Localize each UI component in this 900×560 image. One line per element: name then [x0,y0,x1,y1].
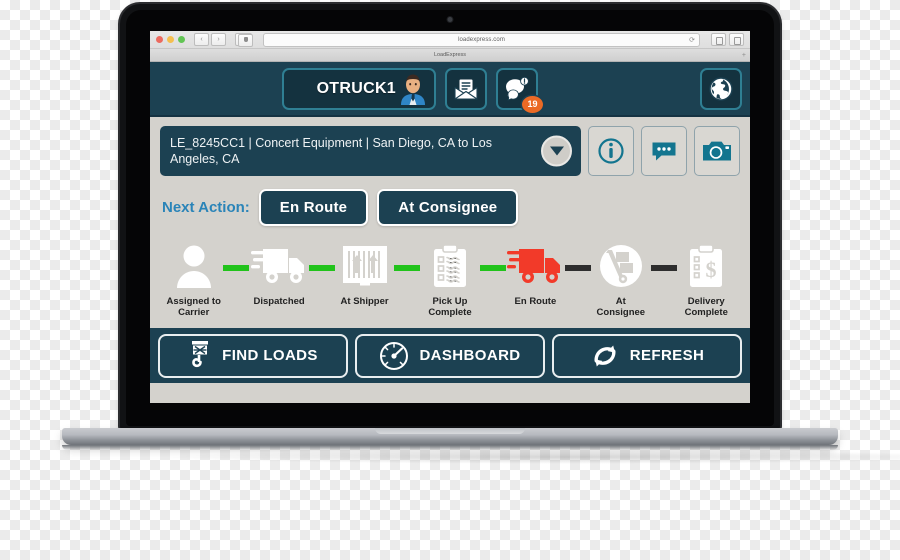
tracker-step-en-route[interactable]: En Route [506,243,565,307]
tracker-step-label: En Route [514,296,557,307]
tracker-connector [394,265,421,271]
tracker-connector [565,265,592,271]
gauge-icon [379,341,409,371]
tracker-step-delivery-complete[interactable]: $ Delivery Complete [677,243,736,318]
browser-screen: ‹ › loadexpress.com ⟳ LoadExpress + OTRU… [150,31,750,403]
browser-toolbar: ‹ › loadexpress.com ⟳ [150,31,750,48]
hook-magnet-icon [188,340,212,372]
tracker-step-label: Dispatched [253,296,305,307]
refresh-button[interactable]: REFRESH [552,333,742,378]
shield-icon[interactable] [238,33,253,47]
notification-badge: 19 [522,95,543,113]
tracker-step-label: At Shipper [340,296,389,307]
load-selector[interactable]: LE_8245CC1 | Concert Equipment | San Die… [160,126,581,176]
messages-button[interactable] [641,126,687,176]
truck-icon [507,243,563,289]
refresh-icon [590,341,620,371]
username-label: OTRUCK1 [316,79,396,97]
warehouse-icon [341,243,389,289]
user-account-button[interactable]: OTRUCK1 [282,67,436,110]
laptop-shadow [160,450,900,464]
chevron-down-icon[interactable] [541,135,572,167]
driver-avatar [398,73,428,105]
shipment-progress-tracker: Assigned to Carrier Dispatched At Shippe… [160,243,740,318]
browser-chrome: ‹ › loadexpress.com ⟳ LoadExpress + [150,31,750,62]
tracker-connector [308,265,335,271]
tracker-connector [223,265,250,271]
handtruck-icon [598,243,644,289]
url-text: loadexpress.com [458,36,505,43]
toolbar-right-buttons[interactable] [711,33,744,46]
envelope-icon [454,78,478,100]
at-consignee-action-button[interactable]: At Consignee [377,189,519,226]
app-header: OTRUCK1 19 [150,62,750,117]
mail-button[interactable] [445,67,487,110]
app-footer: FIND LOADS DASHBOARD REFRESH [150,328,750,384]
webcam-icon [447,17,453,22]
back-button[interactable]: ‹ [194,33,209,46]
tracker-step-label: At Consignee [596,296,646,319]
camera-button[interactable] [694,126,740,176]
share-button[interactable] [711,33,726,46]
tracker-step-at-consignee[interactable]: At Consignee [591,243,650,318]
load-description: LE_8245CC1 | Concert Equipment | San Die… [170,136,492,166]
add-tab-icon[interactable]: + [742,52,746,59]
globe-icon [708,76,734,102]
tracker-step-label: Delivery Complete [684,296,728,319]
notifications-button[interactable]: 19 [496,67,543,113]
tracker-connector [479,265,506,271]
tracker-step-assigned-to-carrier[interactable]: Assigned to Carrier [164,243,223,318]
invoice-icon: $ [688,243,724,289]
find-loads-label: FIND LOADS [222,347,318,365]
next-action-row: Next Action: En Route At Consignee [160,189,740,226]
info-button[interactable] [588,126,634,176]
person-icon [174,243,214,289]
load-row: LE_8245CC1 | Concert Equipment | San Die… [160,126,740,176]
maximize-window-button[interactable] [178,36,185,43]
dashboard-button[interactable]: DASHBOARD [355,333,545,378]
refresh-label: REFRESH [629,347,705,365]
address-bar[interactable]: loadexpress.com ⟳ [238,32,700,47]
find-loads-button[interactable]: FIND LOADS [158,333,348,378]
reload-icon[interactable]: ⟳ [689,36,695,44]
forward-button[interactable]: › [211,33,226,46]
camera-icon [702,139,732,163]
tracker-step-label: Assigned to Carrier [166,296,221,319]
truck-icon [251,243,307,289]
en-route-action-button[interactable]: En Route [258,189,369,226]
laptop-base [62,428,838,445]
new-tab-button[interactable] [729,33,744,46]
chat-dots-icon [650,138,678,164]
close-window-button[interactable] [156,36,163,43]
tracker-step-pick-up-complete[interactable]: Pick Up Complete [420,243,479,318]
info-circle-icon [597,137,625,165]
laptop-lid: ‹ › loadexpress.com ⟳ LoadExpress + OTRU… [120,4,780,432]
laptop-mockup: ‹ › loadexpress.com ⟳ LoadExpress + OTRU… [62,4,900,464]
tracker-connector [650,265,677,271]
tracker-step-dispatched[interactable]: Dispatched [249,243,308,307]
app-main: LE_8245CC1 | Concert Equipment | San Die… [150,117,750,403]
svg-text:$: $ [706,257,717,282]
tab-loadexpress[interactable]: LoadExpress [434,52,466,58]
clipboard-icon [432,243,468,289]
globe-button[interactable] [700,67,742,110]
dashboard-label: DASHBOARD [419,347,521,365]
tracker-step-at-shipper[interactable]: At Shipper [335,243,394,307]
tracker-step-label: Pick Up Complete [428,296,472,319]
minimize-window-button[interactable] [167,36,174,43]
window-controls[interactable] [156,36,185,43]
next-action-label: Next Action: [162,199,250,216]
tab-strip: LoadExpress + [150,48,750,61]
navigation-buttons[interactable]: ‹ › [194,33,226,46]
